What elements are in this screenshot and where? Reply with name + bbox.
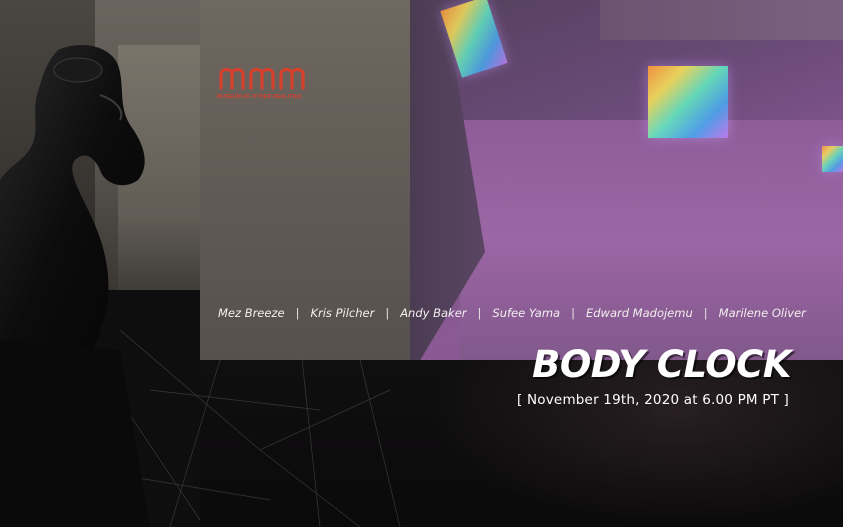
artist-name: Sufee Yama: [492, 306, 561, 320]
event-title: BODY CLOCK: [532, 343, 791, 386]
artist-name: Edward Madojemu: [585, 306, 693, 320]
artist-separator: |: [295, 306, 300, 320]
mor-logo: MUSEUM OF OTHER REALITIES: [216, 60, 311, 105]
mor-logo-icon: [219, 67, 305, 90]
artist-separator: |: [385, 306, 390, 320]
purple-room-ceiling: [600, 0, 843, 40]
artist-name: Andy Baker: [400, 306, 467, 320]
sculpture-figure: [0, 45, 150, 527]
artist-name: Mez Breeze: [218, 306, 285, 320]
artist-separator: |: [477, 306, 482, 320]
event-banner: MUSEUM OF OTHER REALITIES Mez Breeze | K…: [0, 0, 843, 527]
rainbow-cube-icon: [648, 66, 728, 138]
artist-separator: |: [571, 306, 575, 320]
artist-separator: |: [703, 306, 708, 320]
artist-name: Marilene Oliver: [718, 306, 806, 320]
logo-name: MUSEUM OF OTHER REALITIES: [217, 94, 302, 100]
artist-name: Kris Pilcher: [310, 306, 375, 320]
event-date: [ November 19th, 2020 at 6.00 PM PT ]: [517, 392, 789, 408]
rainbow-cube-icon: [822, 146, 843, 172]
purple-room-floor: [460, 120, 843, 360]
artist-list: Mez Breeze | Kris Pilcher | Andy Baker |…: [218, 306, 818, 320]
